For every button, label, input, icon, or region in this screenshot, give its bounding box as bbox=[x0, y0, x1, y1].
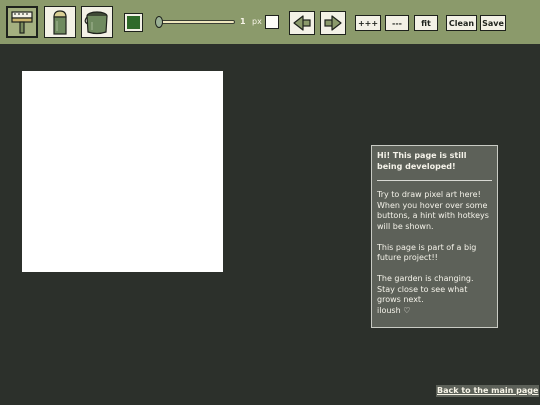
undo-button[interactable] bbox=[289, 11, 315, 35]
fill-tool-button[interactable] bbox=[81, 6, 113, 38]
redo-button[interactable] bbox=[320, 11, 346, 35]
brush-size-unit: px bbox=[252, 17, 262, 26]
info-paragraph-project: This page is part of a big future projec… bbox=[377, 242, 477, 263]
eraser-tool-button[interactable] bbox=[44, 6, 76, 38]
paint-bucket-icon bbox=[84, 11, 108, 35]
info-panel: Hi! This page is still being developed! … bbox=[371, 145, 498, 328]
zoom-out-button[interactable]: --- bbox=[385, 15, 409, 31]
zoom-in-button[interactable]: +++ bbox=[355, 15, 381, 31]
toolbar: 1 px +++ --- fit Clean Save bbox=[0, 0, 540, 44]
color-picker-swatch[interactable] bbox=[124, 13, 143, 32]
info-signature: iloush ♡ bbox=[377, 305, 411, 315]
eraser-icon bbox=[53, 10, 67, 35]
redo-arrow-icon bbox=[324, 15, 342, 31]
back-to-main-link[interactable]: Back to the main page bbox=[436, 385, 540, 397]
brush-size-slider[interactable] bbox=[155, 16, 235, 28]
save-button[interactable]: Save bbox=[480, 15, 506, 31]
slider-thumb[interactable] bbox=[155, 16, 163, 28]
fit-button[interactable]: fit bbox=[414, 15, 438, 31]
slider-track bbox=[161, 20, 235, 24]
drawing-canvas[interactable] bbox=[22, 71, 223, 272]
paintbrush-icon bbox=[11, 11, 33, 34]
brush-tool-button[interactable] bbox=[6, 6, 38, 38]
brush-size-value: 1 bbox=[240, 17, 246, 26]
undo-arrow-icon bbox=[293, 15, 311, 31]
current-color-fill bbox=[127, 16, 140, 29]
info-divider bbox=[377, 180, 492, 181]
info-heading: Hi! This page is still being developed! bbox=[377, 151, 467, 171]
brush-size-preview bbox=[265, 15, 279, 29]
info-paragraph-draw: Try to draw pixel art here! When you hov… bbox=[377, 190, 489, 231]
info-paragraph-garden: The garden is changing. Stay close to se… bbox=[377, 274, 474, 304]
clean-button[interactable]: Clean bbox=[446, 15, 477, 31]
